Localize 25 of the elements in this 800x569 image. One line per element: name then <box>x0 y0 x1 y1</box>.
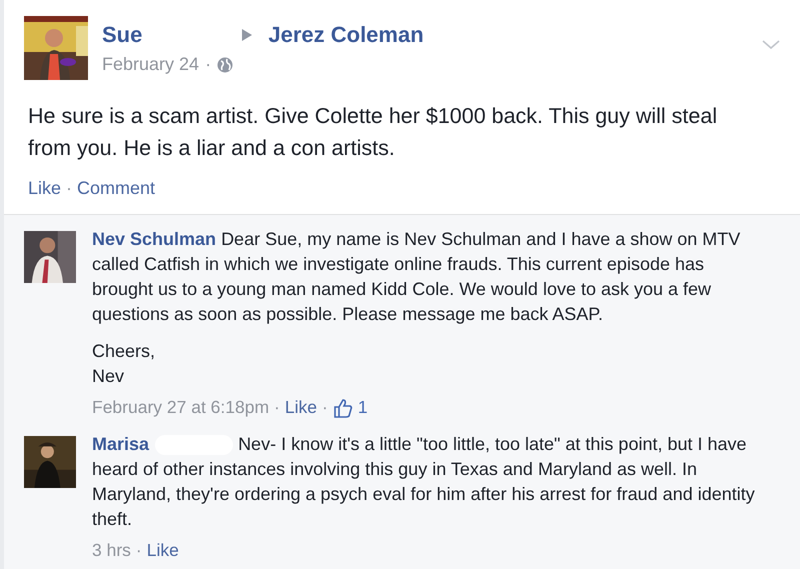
separator: · <box>322 397 328 418</box>
comment-text: Nev Schulman Dear Sue, my name is Nev Schulman and I have a show on MTV called Catfish in which we investigate online frauds. This current episode has brought us to a young man named Kidd Cole. We would love to ask you a few questions as soon as possible. Please message me back ASAP. <box>92 228 742 326</box>
separator: · <box>274 397 280 418</box>
comment-text: Marisa Nev- I know it's a little "too little, too late" at this point, but I have heard of other instances involving this guy in Texas and Maryland as well. In Maryland, they're ordering a psych eval for him after his arrest for fraud and identity theft. <box>92 433 756 531</box>
timestamp-link[interactable]: February 24 <box>102 54 200 75</box>
separator: · <box>136 540 142 561</box>
action-link[interactable]: Like <box>28 178 62 199</box>
timestamp-link[interactable]: 3 hrs <box>92 540 131 561</box>
chevron-icon[interactable] <box>762 40 780 50</box>
like-link[interactable]: Like <box>284 397 317 418</box>
like-count: 1 <box>358 397 368 418</box>
like-link[interactable]: Like <box>146 540 179 561</box>
post-text: He sure is a scam artist. Give Colette her $1000 back. This guy will steal from you. He is a liar and a con artists. <box>28 103 718 162</box>
separator: · <box>66 178 72 199</box>
action-link[interactable]: Comment <box>77 178 156 199</box>
author-link[interactable]: Jerez Coleman <box>268 22 424 48</box>
triangle-icon <box>242 29 252 41</box>
author-link[interactable]: Sue <box>102 22 142 48</box>
author-link[interactable]: Marisa <box>92 434 150 454</box>
timestamp-link[interactable]: February 27 at 6:18pm <box>92 397 270 418</box>
globe-icon <box>217 56 234 72</box>
comment-text: Cheers, Nev <box>92 340 156 388</box>
separator: · <box>205 54 212 75</box>
author-link[interactable]: Nev Schulman <box>92 229 216 249</box>
thumbs-up-icon <box>332 398 353 418</box>
